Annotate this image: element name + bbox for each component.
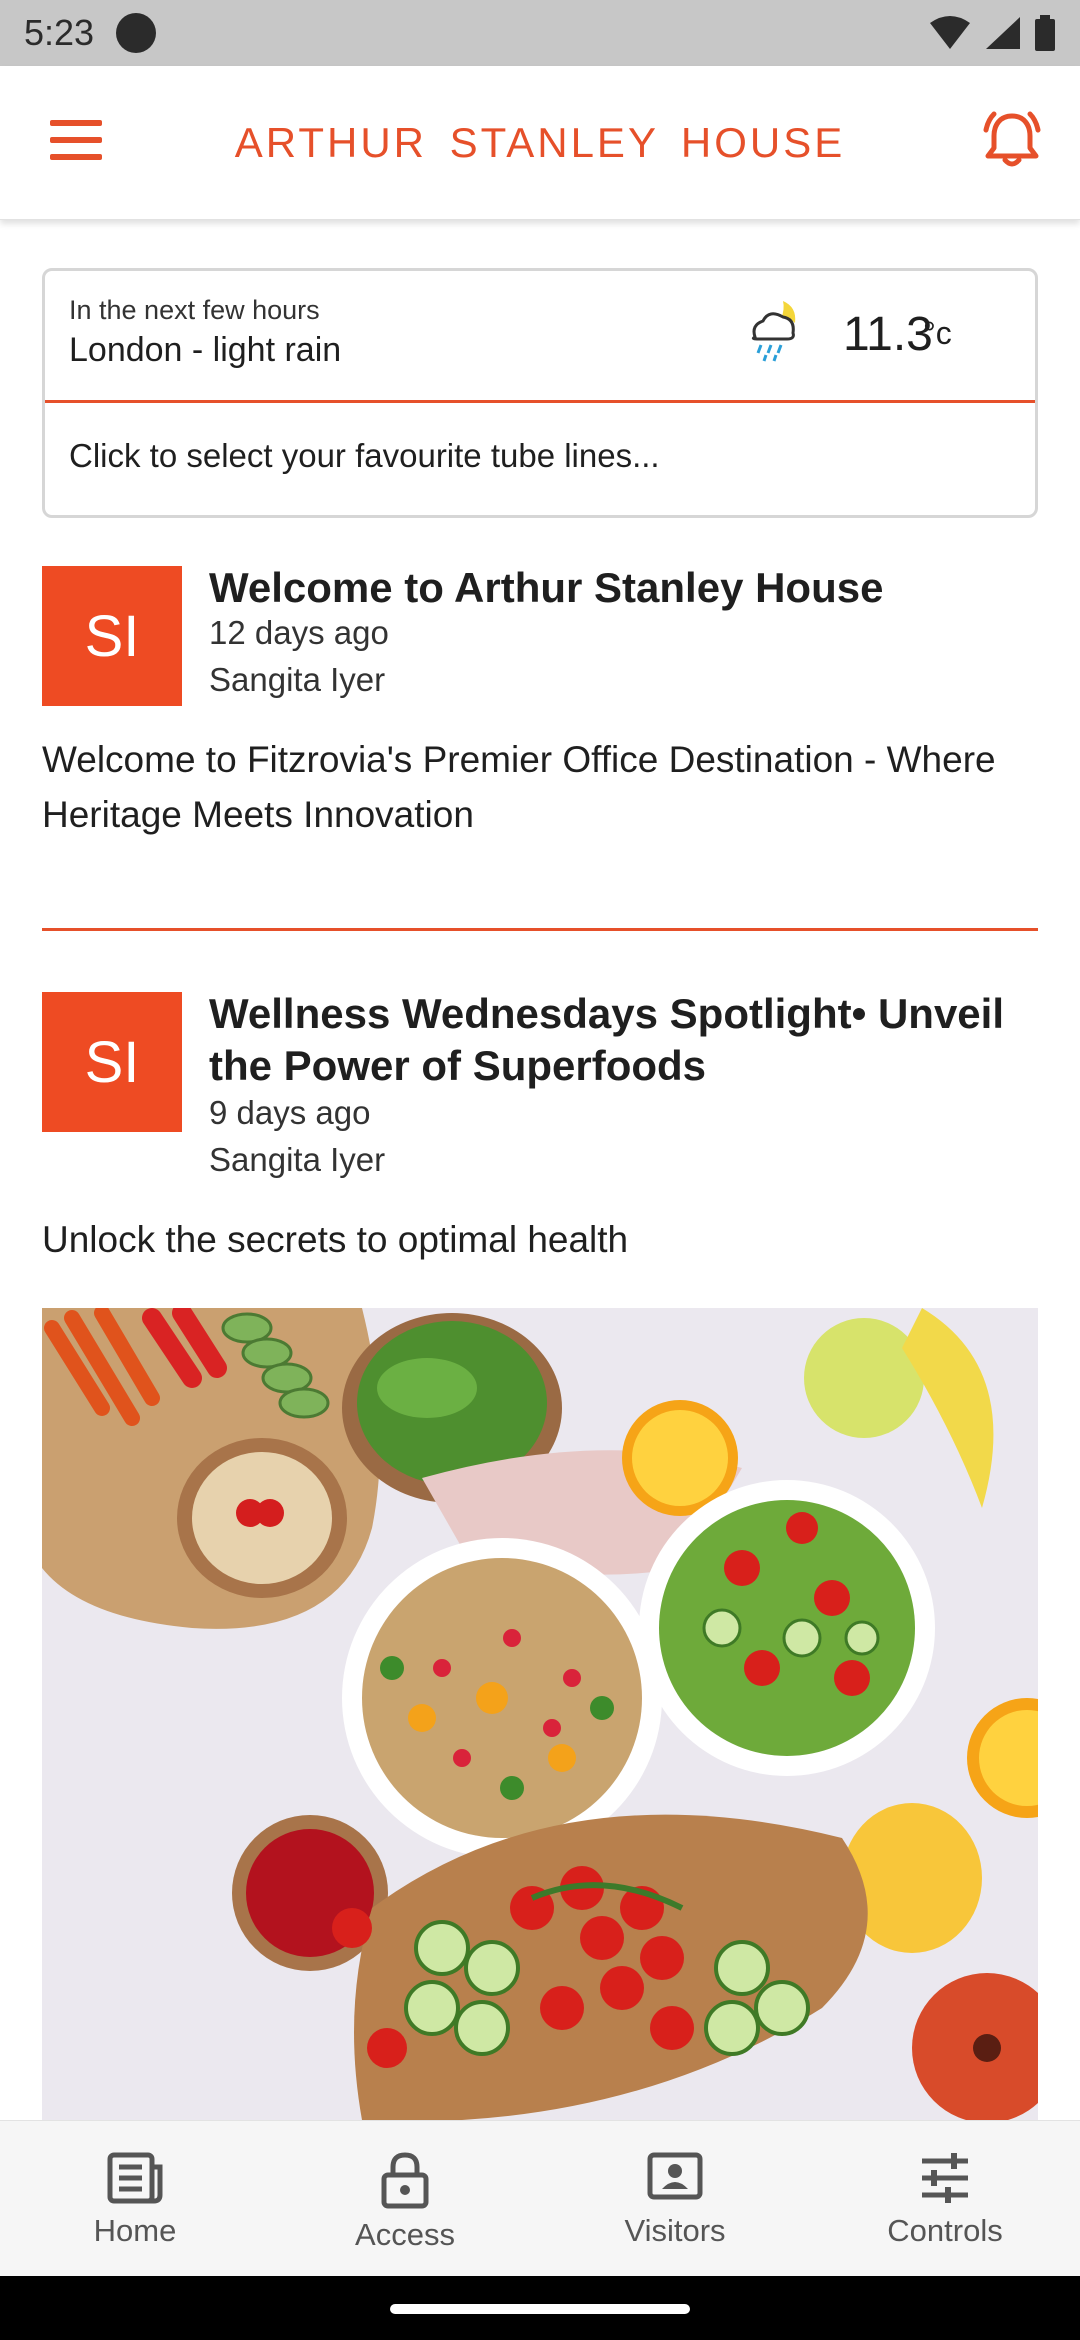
badge-icon [647, 2152, 703, 2200]
gesture-bar [0, 2276, 1080, 2340]
weather-location: London - light rain [69, 331, 342, 369]
post-divider [42, 928, 1038, 931]
status-icons [930, 15, 1056, 51]
post-author: Sangita Iyer [209, 661, 386, 698]
bottom-navigation: Home Access Visitors Controls [0, 2120, 1080, 2276]
post-author: Sangita Iyer [209, 1141, 386, 1178]
nav-controls-label: Controls [887, 2213, 1003, 2248]
nav-controls[interactable]: Controls [810, 2121, 1080, 2276]
nav-visitors[interactable]: Visitors [540, 2121, 810, 2276]
weather-subtitle: In the next few hours [69, 295, 320, 325]
news-icon [107, 2152, 163, 2204]
post-time: 9 days ago [209, 1094, 371, 1131]
signal-icon [986, 17, 1020, 49]
app-header: ARTHUR STANLEY HOUSE [0, 66, 1080, 220]
sliders-icon [922, 2153, 968, 2203]
light-rain-night-icon [751, 301, 796, 362]
post-time: 12 days ago [209, 614, 389, 651]
lock-icon [381, 2152, 429, 2209]
post-body: Unlock the secrets to optimal health [42, 1219, 629, 1260]
avatar: SI [42, 992, 182, 1132]
nav-visitors-label: Visitors [624, 2213, 726, 2248]
weather-unit: °c [923, 315, 952, 351]
status-time: 5:23 [24, 12, 95, 53]
status-bar: 5:23 [0, 0, 1080, 66]
nav-home[interactable]: Home [0, 2121, 270, 2276]
post-title[interactable]: Welcome to Arthur Stanley House [209, 562, 1039, 614]
weather-summary: In the next few hours London - light rai… [45, 271, 1035, 403]
notification-bell-icon[interactable] [980, 110, 1044, 170]
post-title[interactable]: Wellness Wednesdays Spotlight• Unveil th… [209, 988, 1039, 1092]
news-post[interactable]: SI Wellness Wednesdays Spotlight• Unveil… [42, 990, 1038, 1292]
wifi-icon [930, 16, 970, 49]
avatar: SI [42, 566, 182, 706]
home-gesture-handle[interactable] [390, 2304, 690, 2314]
hamburger-menu-icon[interactable] [50, 118, 102, 162]
nav-access-label: Access [355, 2217, 455, 2252]
nav-access[interactable]: Access [270, 2121, 540, 2276]
tube-lines-selector[interactable]: Click to select your favourite tube line… [69, 437, 660, 475]
weather-card[interactable]: In the next few hours London - light rai… [42, 268, 1038, 518]
notification-dot-icon [116, 13, 157, 53]
superfoods-illustration [42, 1308, 1038, 2120]
post-image[interactable] [42, 1308, 1038, 2120]
battery-icon [1035, 15, 1055, 51]
post-body: Welcome to Fitzrovia's Premier Office De… [42, 739, 996, 835]
page-title: ARTHUR STANLEY HOUSE [234, 118, 846, 166]
nav-home-label: Home [93, 2213, 177, 2248]
news-post[interactable]: SI Welcome to Arthur Stanley House 12 da… [42, 564, 1038, 866]
weather-temperature: 11.3 [843, 308, 933, 361]
